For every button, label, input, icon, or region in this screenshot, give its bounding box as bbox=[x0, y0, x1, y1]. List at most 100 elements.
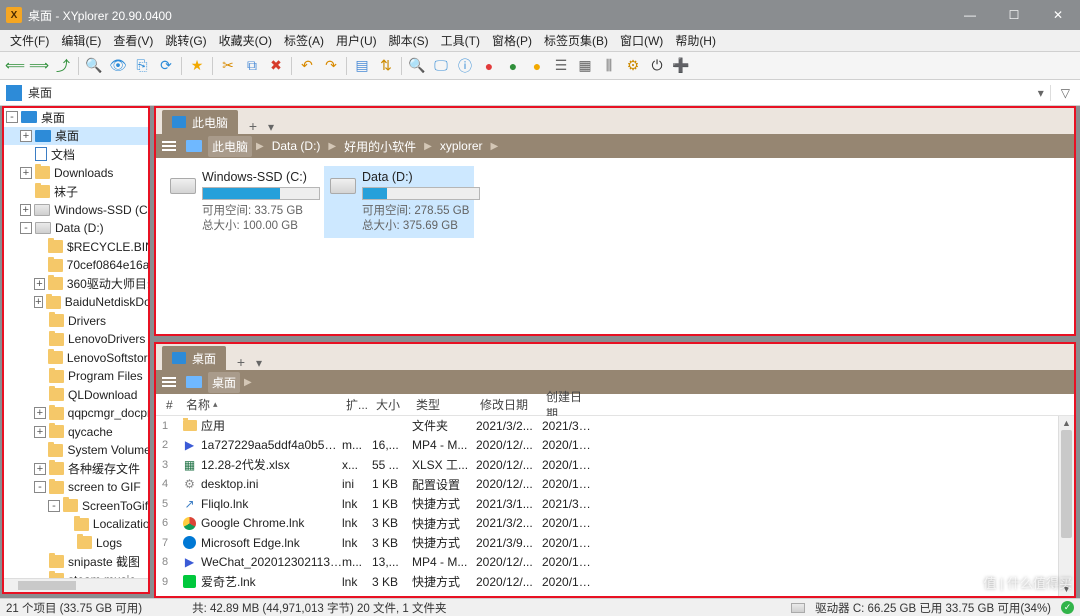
file-row[interactable]: 2▶1a727229aa5ddf4a0b53ff...m...16,...MP4… bbox=[156, 436, 1074, 456]
tagdot3-icon[interactable]: ● bbox=[526, 55, 548, 77]
properties-icon[interactable]: ⓘ bbox=[454, 55, 476, 77]
breadcrumb-segment[interactable]: 好用的小软件 bbox=[340, 136, 420, 157]
tree-toggle[interactable]: + bbox=[34, 426, 46, 438]
tab-menu-button[interactable]: ▾ bbox=[264, 120, 278, 134]
exit-icon[interactable]: ⏻ bbox=[646, 55, 668, 77]
copy-icon[interactable]: ⧉ bbox=[241, 55, 263, 77]
tree-toggle[interactable]: + bbox=[20, 204, 31, 216]
tree-node[interactable]: LenovoDrivers bbox=[4, 330, 148, 349]
tree-node[interactable]: -ScreenToGif bbox=[4, 497, 148, 516]
tree-toggle[interactable]: - bbox=[6, 111, 18, 123]
folder-tree[interactable]: -桌面+桌面文档+Downloads袜子+Windows-SSD (C:)-Da… bbox=[2, 106, 150, 594]
tab-desktop[interactable]: 桌面 bbox=[162, 346, 226, 370]
file-list[interactable]: 1应用文件夹2021/3/2...2021/3/1...2▶1a727229aa… bbox=[156, 416, 1074, 596]
tree-node[interactable]: +qycache bbox=[4, 423, 148, 442]
tree-node[interactable]: +360驱动大师目录 bbox=[4, 275, 148, 294]
hamburger-icon[interactable] bbox=[162, 141, 176, 151]
tree-toggle[interactable]: - bbox=[20, 222, 32, 234]
drive-tile[interactable]: Data (D:)可用空间: 278.55 GB总大小: 375.69 GB bbox=[324, 166, 474, 238]
tree-node[interactable]: +各种缓存文件 bbox=[4, 460, 148, 479]
refresh-icon[interactable]: ⟳ bbox=[155, 55, 177, 77]
column-modified[interactable]: 修改日期 bbox=[476, 396, 542, 413]
lens-icon[interactable]: 🔍 bbox=[406, 55, 428, 77]
tree-toggle[interactable]: + bbox=[20, 130, 32, 142]
menu-item[interactable]: 跳转(G) bbox=[159, 30, 212, 51]
filter-icon[interactable]: ▽ bbox=[1057, 86, 1074, 100]
menu-item[interactable]: 工具(T) bbox=[435, 30, 486, 51]
tree-node[interactable]: -Data (D:) bbox=[4, 219, 148, 238]
menu-item[interactable]: 文件(F) bbox=[4, 30, 55, 51]
tree-node[interactable]: Logs bbox=[4, 534, 148, 553]
branch-icon[interactable]: ⎘ bbox=[131, 55, 153, 77]
tab-add-button[interactable]: + bbox=[230, 354, 252, 370]
tagdot1-icon[interactable]: ● bbox=[478, 55, 500, 77]
tree-node[interactable]: +Windows-SSD (C:) bbox=[4, 201, 148, 220]
menu-item[interactable]: 标签(A) bbox=[278, 30, 330, 51]
settings-icon[interactable]: ⚙ bbox=[622, 55, 644, 77]
file-row[interactable]: 3▦12.28-2代发.xlsxx...55 ...XLSX 工...2020/… bbox=[156, 455, 1074, 475]
tab-this-pc[interactable]: 此电脑 bbox=[162, 110, 238, 134]
tree-toggle[interactable]: + bbox=[34, 463, 46, 475]
tree-node[interactable]: 70cef0864e16a3 bbox=[4, 256, 148, 275]
file-row[interactable]: 1应用文件夹2021/3/2...2021/3/1... bbox=[156, 416, 1074, 436]
file-row[interactable]: 9爱奇艺.lnklnk3 KB快捷方式2020/12/...2020/12/..… bbox=[156, 572, 1074, 592]
tree-toggle[interactable]: + bbox=[20, 167, 32, 179]
eye-icon[interactable]: 👁 bbox=[107, 55, 129, 77]
tree-node[interactable]: +BaiduNetdiskDownload bbox=[4, 293, 148, 312]
tab-add-button[interactable]: + bbox=[242, 118, 264, 134]
tree-toggle[interactable]: + bbox=[34, 407, 46, 419]
menu-item[interactable]: 脚本(S) bbox=[383, 30, 435, 51]
file-row[interactable]: 4⚙desktop.iniini1 KB配置设置2020/12/...2020/… bbox=[156, 475, 1074, 495]
columns-icon[interactable]: ⫼ bbox=[598, 55, 620, 77]
tree-node[interactable]: Program Files bbox=[4, 367, 148, 386]
scrollbar-vertical[interactable]: ▲▼ bbox=[1058, 416, 1074, 596]
tab-menu-button[interactable]: ▾ bbox=[252, 356, 266, 370]
menu-item[interactable]: 窗格(P) bbox=[486, 30, 538, 51]
nav-fwd-icon[interactable]: ⟹ bbox=[28, 55, 50, 77]
dualpane-icon[interactable]: ▤ bbox=[351, 55, 373, 77]
file-row[interactable]: 5↗Fliqlo.lnklnk1 KB快捷方式2021/3/1...2021/3… bbox=[156, 494, 1074, 514]
hamburger-icon[interactable] bbox=[162, 377, 176, 387]
tree-toggle[interactable]: - bbox=[34, 481, 46, 493]
window-maximize[interactable]: ☐ bbox=[992, 0, 1036, 30]
breadcrumb-segment[interactable]: xyplorer bbox=[436, 137, 487, 155]
menu-item[interactable]: 帮助(H) bbox=[669, 30, 722, 51]
address-dropdown[interactable]: ▾ bbox=[1038, 86, 1044, 100]
column-size[interactable]: 大小 bbox=[372, 396, 412, 413]
delete-icon[interactable]: ✖ bbox=[265, 55, 287, 77]
file-row[interactable]: 7Microsoft Edge.lnklnk3 KB快捷方式2021/3/9..… bbox=[156, 533, 1074, 553]
tree-toggle[interactable]: + bbox=[34, 296, 43, 308]
address-text[interactable]: 桌面 bbox=[28, 84, 1032, 101]
window-minimize[interactable]: — bbox=[948, 0, 992, 30]
breadcrumb-segment[interactable]: Data (D:) bbox=[268, 137, 325, 155]
menu-item[interactable]: 编辑(E) bbox=[55, 30, 107, 51]
tree-toggle[interactable]: + bbox=[34, 592, 46, 594]
tree-node[interactable]: 袜子 bbox=[4, 182, 148, 201]
column-type[interactable]: 类型 bbox=[412, 396, 476, 413]
tree-toggle[interactable]: - bbox=[48, 500, 60, 512]
tree-node[interactable]: +qqpcmgr_docpr bbox=[4, 404, 148, 423]
catalog-icon[interactable]: ☰ bbox=[550, 55, 572, 77]
menu-item[interactable]: 用户(U) bbox=[330, 30, 383, 51]
cut-icon[interactable]: ✂ bbox=[217, 55, 239, 77]
tree-node[interactable]: -桌面 bbox=[4, 108, 148, 127]
listcfg-icon[interactable]: ▦ bbox=[574, 55, 596, 77]
tree-node[interactable]: +Downloads bbox=[4, 164, 148, 183]
nav-back-icon[interactable]: ⟸ bbox=[4, 55, 26, 77]
undo-icon[interactable]: ↶ bbox=[296, 55, 318, 77]
window-close[interactable]: ✕ bbox=[1036, 0, 1080, 30]
tree-node[interactable]: $RECYCLE.BIN bbox=[4, 238, 148, 257]
tree-node[interactable]: LenovoSoftstore bbox=[4, 349, 148, 368]
tagdot2-icon[interactable]: ● bbox=[502, 55, 524, 77]
tree-node[interactable]: Localizations bbox=[4, 515, 148, 534]
finder-icon[interactable]: 🔍 bbox=[83, 55, 105, 77]
redo-icon[interactable]: ↷ bbox=[320, 55, 342, 77]
file-list-header[interactable]: # 名称▴ 扩... 大小 类型 修改日期 创建日期 bbox=[156, 394, 1074, 416]
breadcrumb-segment[interactable]: 桌面 bbox=[208, 372, 240, 393]
column-index[interactable]: # bbox=[162, 398, 182, 412]
drive-tile[interactable]: Windows-SSD (C:)可用空间: 33.75 GB总大小: 100.0… bbox=[164, 166, 314, 238]
tree-node[interactable]: -screen to GIF bbox=[4, 478, 148, 497]
menu-item[interactable]: 窗口(W) bbox=[614, 30, 669, 51]
tree-node[interactable]: +桌面 bbox=[4, 127, 148, 146]
breadcrumb-segment[interactable]: 此电脑 bbox=[208, 136, 252, 157]
